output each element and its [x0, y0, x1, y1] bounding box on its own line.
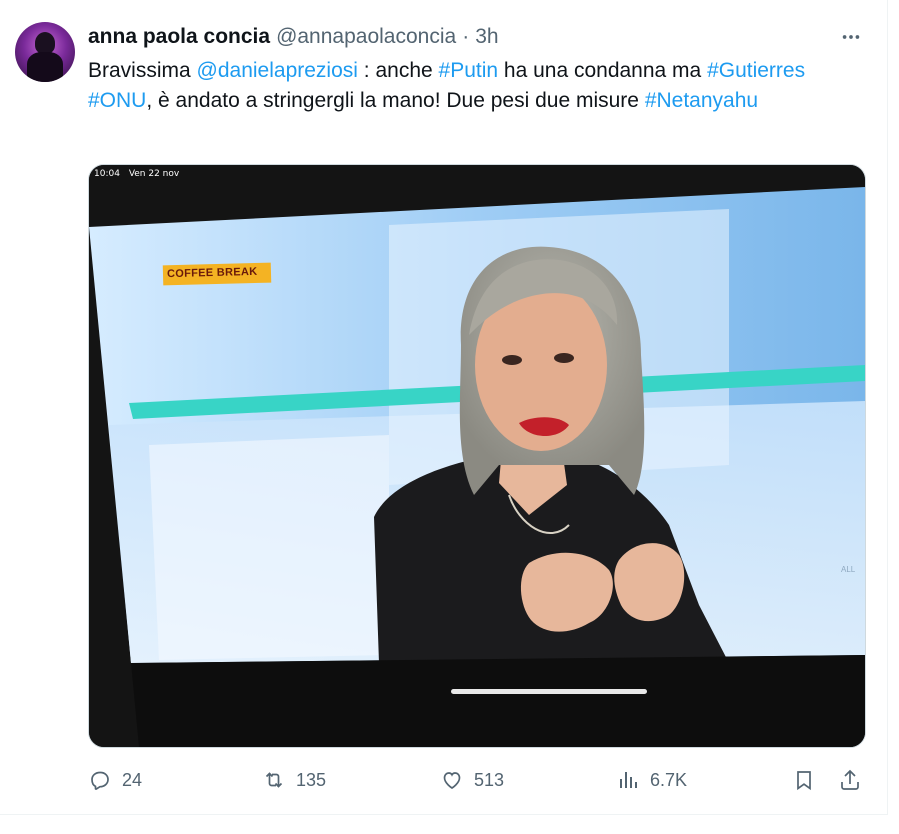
author-name[interactable]: anna paola concia: [88, 25, 270, 49]
status-bar: 10:04 Ven 22 nov: [94, 169, 179, 179]
repost-icon: [265, 772, 283, 788]
views-icon: [620, 772, 637, 788]
author-handle[interactable]: @annapaolaconcia: [276, 25, 456, 49]
tweet-text-part: , è andato a stringergli la mano! Due pe…: [146, 89, 645, 112]
avatar[interactable]: [15, 22, 75, 82]
like-count: 513: [474, 769, 505, 790]
more-options-button[interactable]: [836, 22, 866, 52]
tweet-text-part: Bravissima: [88, 59, 197, 82]
tweet-text: Bravissima @danielapreziosi : anche #Put…: [88, 56, 848, 116]
views-button[interactable]: 6.7K: [616, 762, 687, 798]
hashtag-onu[interactable]: #ONU: [88, 89, 146, 112]
more-icon: [842, 35, 860, 39]
bookmark-button[interactable]: [792, 762, 816, 798]
reply-icon: [91, 771, 109, 790]
share-icon: [841, 769, 859, 790]
tweet-actions: 24 135 513 6.7K: [88, 762, 864, 798]
like-button[interactable]: 513: [440, 762, 504, 798]
status-time: 10:04: [94, 169, 120, 179]
tweet-time[interactable]: 3h: [475, 25, 498, 49]
like-icon: [443, 772, 461, 789]
tv-photo: [89, 165, 865, 747]
tweet-header: anna paola concia @annapaolaconcia · 3h: [88, 24, 499, 50]
hashtag-netanyahu[interactable]: #Netanyahu: [645, 89, 758, 112]
repost-count: 135: [296, 769, 327, 790]
views-count: 6.7K: [650, 769, 688, 790]
bookmark-icon: [797, 771, 811, 791]
reply-button[interactable]: 24: [88, 762, 142, 798]
share-button[interactable]: [838, 762, 862, 798]
reply-count: 24: [122, 769, 143, 790]
hashtag-gutierres[interactable]: #Gutierres: [707, 59, 805, 82]
hashtag-putin[interactable]: #Putin: [439, 59, 499, 82]
tweet-text-part: : anche: [357, 59, 439, 82]
mention-link[interactable]: @danielapreziosi: [197, 59, 358, 82]
avatar-figure-head: [35, 32, 55, 54]
separator-dot: ·: [462, 25, 470, 48]
repost-button[interactable]: 135: [262, 762, 326, 798]
ticker-text: ALL: [841, 565, 856, 574]
tweet-card[interactable]: anna paola concia @annapaolaconcia · 3h …: [0, 0, 888, 815]
program-label: COFFEE BREAK: [166, 265, 258, 281]
avatar-figure-body: [27, 52, 63, 82]
status-date: Ven 22 nov: [128, 169, 180, 179]
tweet-media-photo[interactable]: 10:04 Ven 22 nov COFFEE BREAK ALL: [88, 164, 866, 748]
tweet-text-part: ha una condanna ma: [498, 59, 708, 82]
